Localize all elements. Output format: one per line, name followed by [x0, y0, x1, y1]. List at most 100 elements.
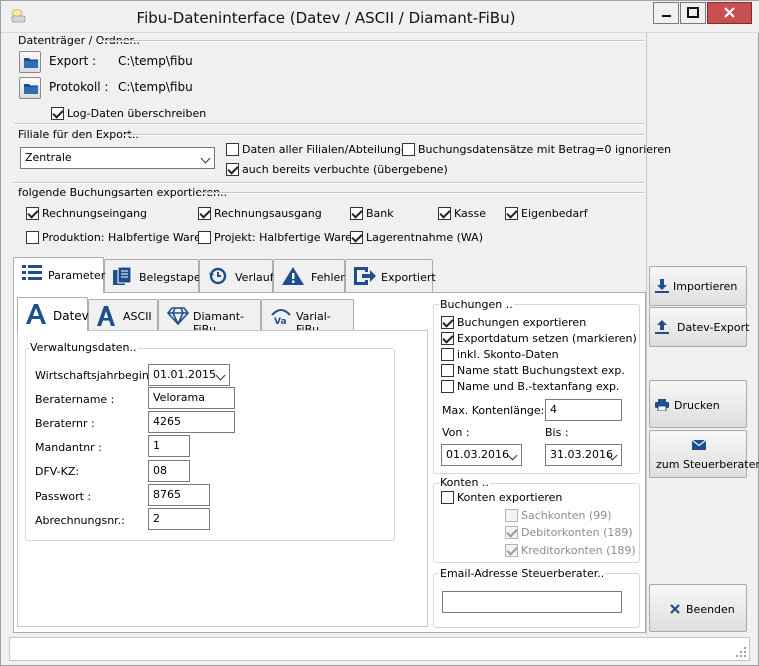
subtab-datev-label: Datev	[53, 309, 89, 323]
datev-export-label: Datev-Export	[677, 321, 750, 334]
sachkonten-label: Sachkonten (99)	[521, 509, 612, 522]
wirtschaftsjahr-select[interactable]: 01.01.2015	[148, 364, 230, 386]
kasse-checkbox[interactable]	[438, 207, 451, 220]
import-icon	[655, 279, 669, 293]
skonto-checkbox[interactable]	[441, 348, 454, 361]
skonto-label: inkl. Skonto-Daten	[457, 348, 559, 361]
bis-date-select[interactable]: 31.03.2016	[545, 444, 622, 466]
max-kontenlaenge-value: 4	[550, 403, 557, 416]
beratername-label: Beratername :	[35, 393, 115, 406]
mandantnr-value: 1	[153, 439, 160, 452]
produktion-checkbox[interactable]	[26, 231, 39, 244]
lagerentnahme-checkbox[interactable]	[350, 231, 363, 244]
drucken-button[interactable]: Drucken	[649, 380, 747, 428]
kasse-label: Kasse	[454, 207, 486, 220]
von-value: 01.03.2016	[446, 448, 509, 461]
max-kontenlaenge-input[interactable]: 4	[545, 399, 622, 421]
chevron-down-icon	[215, 370, 226, 381]
produktion-label: Produktion: Halbfertige Waren	[42, 231, 208, 244]
rechnungseingang-checkbox[interactable]	[26, 207, 39, 220]
abrechnungsnr-label: Abrechnungsnr.:	[35, 514, 125, 527]
subtab-diamant[interactable]: Diamant-FiBu	[158, 299, 261, 336]
dfvkz-input[interactable]: 08	[148, 460, 190, 482]
bis-value: 31.03.2016	[550, 448, 613, 461]
passwort-input[interactable]: 8765	[148, 484, 210, 506]
tab-parameter[interactable]: Parameter	[13, 257, 106, 293]
debitorkonten-label: Debitorkonten (189)	[521, 526, 633, 539]
projekt-checkbox[interactable]	[198, 231, 211, 244]
dfvkz-label: DFV-KZ:	[35, 465, 80, 478]
tab-belegstapel[interactable]: Belegstapel	[104, 259, 204, 293]
kreditorkonten-label: Kreditorkonten (189)	[521, 544, 636, 557]
tab-parameter-label: Parameter	[48, 269, 106, 282]
lagerentnahme-label: Lagerentnahme (WA)	[366, 231, 483, 244]
konten-exportieren-checkbox[interactable]	[441, 491, 454, 504]
separator	[123, 134, 644, 136]
verbucht-checkbox[interactable]	[226, 163, 239, 176]
protokoll-path: C:\temp\fibu	[118, 80, 193, 94]
eigenbedarf-label: Eigenbedarf	[521, 207, 588, 220]
beratername-input[interactable]: Velorama	[148, 387, 235, 409]
beratername-value: Velorama	[153, 391, 205, 404]
steuerberater-button[interactable]: zum Steuerberater	[649, 430, 759, 478]
history-icon	[209, 267, 227, 285]
tab-verlauf[interactable]: Verlauf	[199, 259, 274, 293]
bank-label: Bank	[366, 207, 394, 220]
datev-export-button[interactable]: Datev-Export	[649, 307, 750, 347]
sachkonten-checkbox[interactable]	[505, 509, 518, 522]
passwort-value: 8765	[153, 488, 181, 501]
betrag-null-checkbox[interactable]	[402, 143, 415, 156]
section-buchungsarten-label: folgende Buchungsarten exportieren..	[18, 186, 228, 199]
name-und-label: Name und B.-textanfang exp.	[457, 380, 620, 393]
name-und-checkbox[interactable]	[441, 380, 454, 393]
diamond-icon	[167, 307, 189, 325]
close-button[interactable]	[707, 2, 752, 24]
subtab-varial[interactable]: Va Varial-FiBu	[261, 299, 354, 336]
alle-filialen-checkbox[interactable]	[226, 143, 239, 156]
folder-icon	[24, 58, 38, 68]
buchungen-exportieren-checkbox[interactable]	[441, 316, 454, 329]
maximize-button[interactable]	[680, 2, 706, 24]
resize-grip-icon[interactable]	[736, 647, 746, 657]
tab-fehler[interactable]: Fehler	[273, 259, 345, 293]
name-statt-checkbox[interactable]	[441, 364, 454, 377]
separator	[101, 40, 644, 42]
tab-fehler-label: Fehler	[311, 271, 345, 284]
dfvkz-value: 08	[153, 464, 167, 477]
abrechnungsnr-input[interactable]: 2	[148, 508, 210, 530]
subtab-ascii-label: ASCII	[123, 310, 152, 323]
folder-icon	[24, 84, 38, 94]
importieren-button[interactable]: Importieren	[649, 266, 747, 306]
subtab-ascii[interactable]: ASCII	[88, 299, 158, 331]
minimize-button[interactable]	[653, 2, 679, 24]
eigenbedarf-checkbox[interactable]	[505, 207, 518, 220]
minimize-icon	[662, 15, 671, 17]
bank-checkbox[interactable]	[350, 207, 363, 220]
beenden-button[interactable]: Beenden	[649, 584, 747, 632]
upload-icon	[655, 320, 669, 334]
section-filiale-label: Filiale für den Export..	[18, 128, 139, 141]
protokoll-folder-button[interactable]	[19, 77, 41, 99]
beraternr-input[interactable]: 4265	[148, 411, 235, 433]
export-folder-button[interactable]	[19, 51, 41, 73]
wirtschaftsjahr-value: 01.01.2015	[153, 368, 216, 381]
protokoll-label: Protokoll :	[49, 80, 109, 94]
filiale-selected: Zentrale	[25, 151, 72, 164]
exportdatum-checkbox[interactable]	[441, 332, 454, 345]
von-date-select[interactable]: 01.03.2016	[441, 444, 522, 466]
konten-title: Konten ..	[439, 476, 490, 489]
email-input[interactable]	[442, 591, 622, 613]
export-label: Export :	[49, 54, 97, 68]
kreditorkonten-checkbox[interactable]	[505, 544, 518, 557]
subtab-datev[interactable]: Datev	[17, 297, 89, 331]
rechnungsausgang-checkbox[interactable]	[198, 207, 211, 220]
log-overwrite-checkbox[interactable]	[51, 107, 64, 120]
svg-text:Va: Va	[274, 317, 287, 325]
separator	[14, 182, 644, 184]
max-kontenlaenge-label: Max. Kontenlänge:	[442, 404, 545, 417]
tab-exportiert[interactable]: Exportiert	[345, 259, 436, 293]
debitorkonten-checkbox[interactable]	[505, 526, 518, 539]
alle-filialen-label: Daten aller Filialen/Abteilungen	[242, 143, 415, 156]
mandantnr-input[interactable]: 1	[148, 435, 190, 457]
filiale-select[interactable]: Zentrale	[20, 147, 215, 169]
